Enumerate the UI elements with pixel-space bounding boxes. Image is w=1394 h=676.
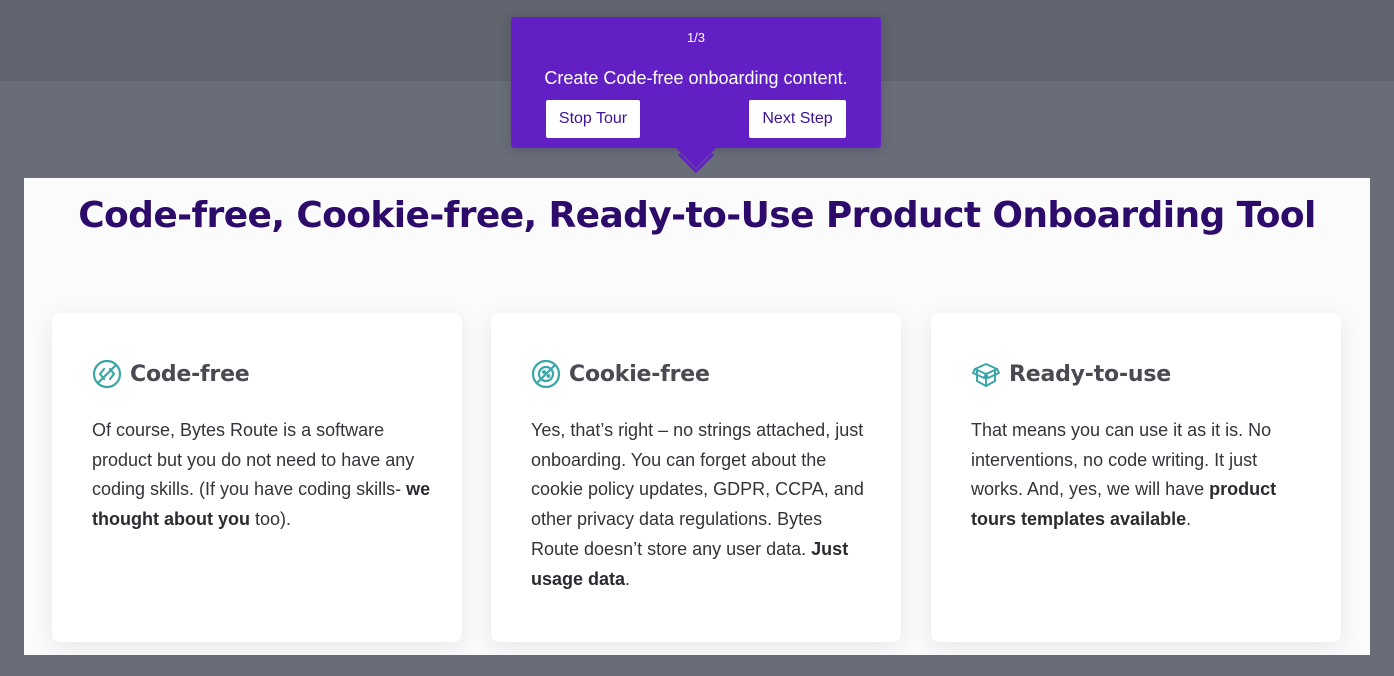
card-header: Code-free bbox=[92, 358, 250, 390]
card-text: Of course, Bytes Route is a software pro… bbox=[92, 420, 415, 500]
box-icon bbox=[971, 359, 1001, 389]
card-description: Of course, Bytes Route is a software pro… bbox=[92, 416, 432, 535]
card-header: Ready-to-use bbox=[971, 358, 1171, 390]
card-title: Cookie-free bbox=[569, 361, 710, 387]
tour-step-counter: 1/3 bbox=[686, 30, 706, 45]
card-description: Yes, that’s right – no strings attached,… bbox=[531, 416, 871, 594]
card-title: Ready-to-use bbox=[1009, 361, 1171, 387]
feature-card-code-free: Code-free Of course, Bytes Route is a so… bbox=[52, 313, 462, 642]
card-text: too). bbox=[249, 509, 291, 530]
stop-tour-button[interactable]: Stop Tour bbox=[546, 100, 640, 138]
card-text: . bbox=[625, 568, 631, 589]
tour-message: Create Code-free onboarding content. bbox=[544, 68, 848, 88]
next-step-button[interactable]: Next Step bbox=[749, 100, 846, 138]
card-header: Cookie-free bbox=[531, 358, 710, 390]
tour-pointer-arrow bbox=[676, 148, 716, 174]
tour-tooltip: 1/3 Create Code-free onboarding content.… bbox=[511, 17, 881, 148]
page-title: Code-free, Cookie-free, Ready-to-Use Pro… bbox=[78, 195, 1316, 236]
feature-card-cookie-free: Cookie-free Yes, that’s right – no strin… bbox=[491, 313, 901, 642]
card-text: . bbox=[1186, 509, 1192, 530]
cookie-free-icon bbox=[531, 359, 561, 389]
feature-card-ready-to-use: Ready-to-use That means you can use it a… bbox=[931, 313, 1341, 642]
card-title: Code-free bbox=[130, 361, 250, 387]
card-description: That means you can use it as it is. No i… bbox=[971, 416, 1311, 535]
code-free-icon bbox=[92, 359, 122, 389]
